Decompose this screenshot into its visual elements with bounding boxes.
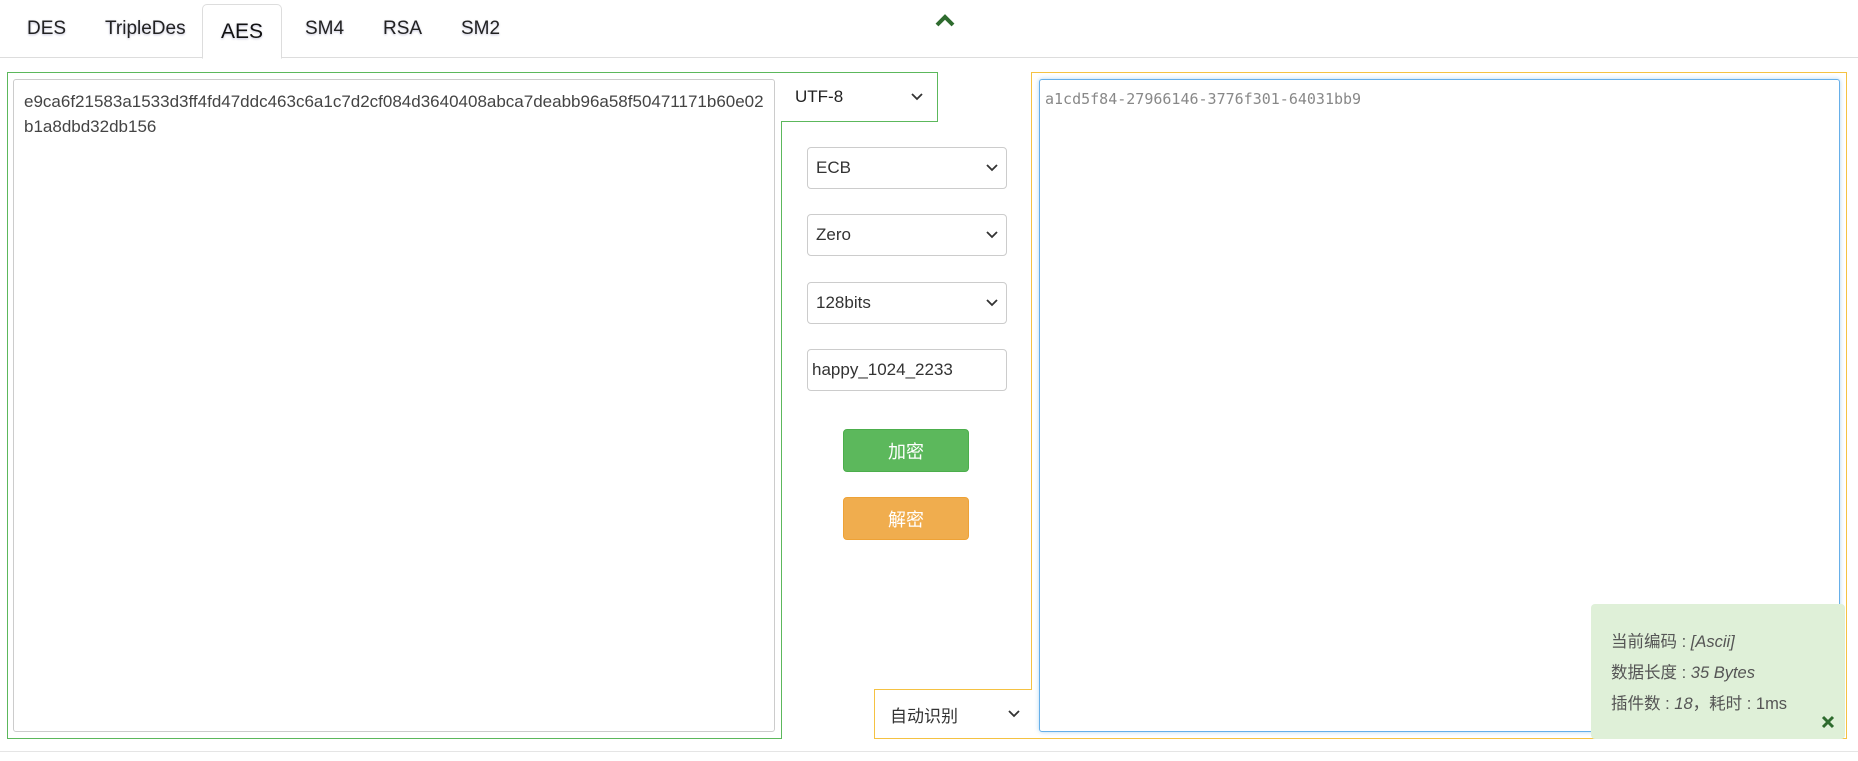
time-label: ，耗时 : (1692, 695, 1756, 713)
key-value: happy_1024_2233 (812, 360, 953, 379)
input-encoding-value: UTF-8 (795, 87, 844, 106)
output-encoding-select[interactable]: 自动识别 (874, 689, 1032, 739)
output-encoding-value: 自动识别 (890, 706, 958, 726)
encoding-info-row: 当前编码 : [Ascii] (1611, 627, 1825, 658)
tab-des[interactable]: DES (27, 18, 66, 40)
input-encoding-select[interactable]: UTF-8 (781, 72, 938, 122)
plugins-value: 18 (1674, 695, 1693, 713)
plugins-label: 插件数 : (1611, 695, 1675, 713)
length-info-row: 数据长度 : 35 Bytes (1611, 658, 1825, 689)
time-value: 1ms (1755, 695, 1788, 713)
chevron-down-icon (1008, 710, 1020, 718)
chevron-down-icon (986, 164, 998, 172)
plugins-info-row: 插件数 : 18，耗时 : 1ms (1611, 689, 1825, 720)
decrypt-button[interactable]: 解密 (843, 497, 969, 540)
chevron-down-icon (911, 93, 923, 101)
close-icon[interactable] (1821, 715, 1835, 729)
tab-tripledes[interactable]: TripleDes (105, 18, 186, 40)
tab-sm4[interactable]: SM4 (305, 18, 344, 40)
plaintext-input[interactable]: e9ca6f21583a1533d3ff4fd47ddc463c6a1c7d2c… (13, 79, 775, 732)
encrypt-button[interactable]: 加密 (843, 429, 969, 472)
mode-select[interactable]: ECB (807, 147, 1007, 189)
divider (0, 751, 1858, 752)
key-size-value: 128bits (816, 293, 871, 312)
tab-sm2[interactable]: SM2 (461, 18, 500, 40)
chevron-down-icon (986, 231, 998, 239)
length-label: 数据长度 : (1611, 664, 1691, 682)
tab-rsa[interactable]: RSA (383, 18, 422, 40)
padding-value: Zero (816, 225, 851, 244)
padding-select[interactable]: Zero (807, 214, 1007, 256)
key-input[interactable]: happy_1024_2233 (807, 349, 1007, 391)
length-value: 35 Bytes (1690, 664, 1755, 682)
info-notification: 当前编码 : [Ascii] 数据长度 : 35 Bytes 插件数 : 18，… (1591, 604, 1845, 739)
algorithm-tabs: DES TripleDes AES SM4 RSA SM2 (0, 0, 1858, 59)
tab-aes[interactable]: AES (202, 4, 282, 59)
encoding-label: 当前编码 : (1611, 633, 1691, 651)
chevron-up-icon[interactable] (932, 10, 958, 30)
mode-value: ECB (816, 158, 851, 177)
chevron-down-icon (986, 299, 998, 307)
encoding-value: [Ascii] (1690, 633, 1735, 651)
key-size-select[interactable]: 128bits (807, 282, 1007, 324)
